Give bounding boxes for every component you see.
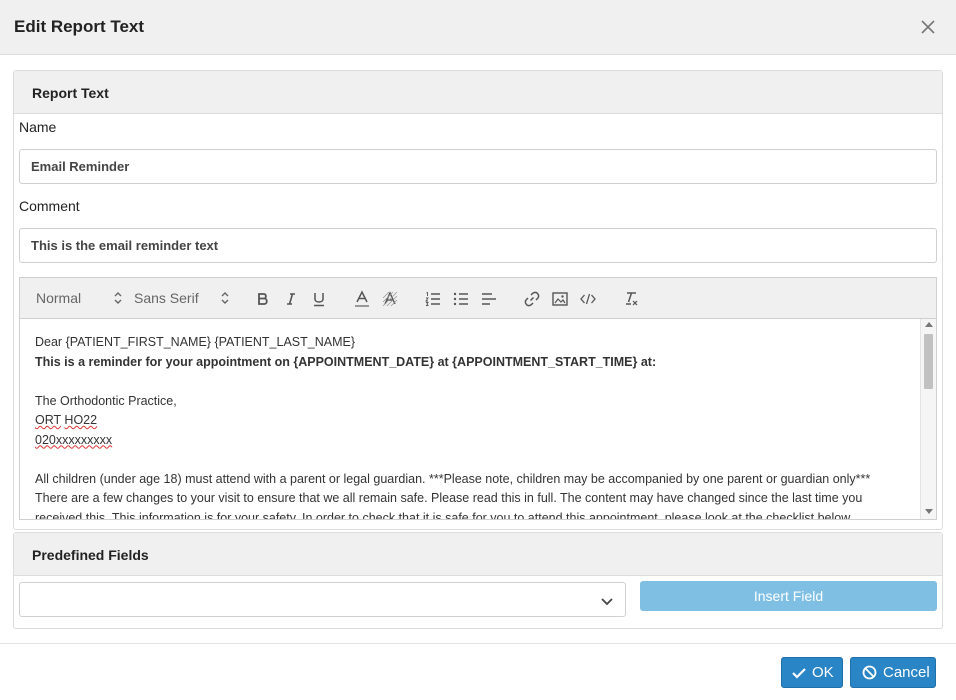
bullet-list-icon[interactable] [451,289,471,309]
comment-input[interactable]: This is the email reminder text [19,228,937,263]
insert-field-button[interactable]: Insert Field [640,581,937,611]
content-line: All children (under age 18) must attend … [35,471,871,486]
link-icon[interactable] [522,289,542,309]
content-line: received this. This information is for y… [35,510,854,520]
misspelled-word: 020xxxxxxxxx [35,432,113,447]
align-icon[interactable] [479,289,499,309]
select-arrows-icon [221,292,229,304]
ok-button[interactable]: OK [781,657,843,688]
name-label: Name [19,119,57,135]
content-line: Dear {PATIENT_FIRST_NAME} {PATIENT_LAST_… [35,335,356,349]
predefined-field-select[interactable] [19,582,626,617]
dialog-header: Edit Report Text [0,0,956,55]
underline-icon[interactable] [309,289,329,309]
editor-content[interactable]: Dear {PATIENT_FIRST_NAME} {PATIENT_LAST_… [20,319,920,519]
name-input[interactable]: Email Reminder [19,149,937,184]
check-icon [792,667,806,679]
scroll-up-icon[interactable] [925,322,933,327]
bold-icon[interactable] [253,289,273,309]
format-select-value: Normal [36,290,82,306]
editor-toolbar: Normal Sans Serif [20,278,936,319]
code-icon[interactable] [578,289,598,309]
scroll-down-icon[interactable] [925,509,933,514]
cancel-label: Cancel [883,664,930,681]
select-arrows-icon [114,292,122,304]
content-line: The Orthodontic Practice, [35,393,177,408]
content-line: 020xxxxxxxxx [35,431,920,451]
predefined-fields-heading: Predefined Fields [14,533,942,576]
comment-label: Comment [19,198,80,214]
close-icon[interactable] [918,17,938,37]
report-text-heading: Report Text [14,71,942,114]
content-line: ORT HO22 [35,411,920,431]
font-select-value: Sans Serif [134,290,199,306]
content-line: There are a few changes to your visit to… [35,491,863,505]
ban-icon [862,665,877,680]
cancel-button[interactable]: Cancel [850,657,936,688]
background-color-icon[interactable] [380,289,400,309]
italic-icon[interactable] [281,289,301,309]
font-select[interactable]: Sans Serif [134,290,232,306]
content-line: This is a reminder for your appointment … [35,354,657,369]
font-color-icon[interactable] [352,289,372,309]
editor-scrollbar[interactable] [920,319,936,519]
chevron-down-icon [601,598,613,606]
rich-text-editor: Normal Sans Serif Dear {PATIENT_FIRST_NA… [19,277,937,520]
clear-format-icon[interactable] [621,289,641,309]
ok-label: OK [812,664,834,681]
misspelled-word: HO22 [64,413,98,427]
scroll-thumb[interactable] [924,334,933,389]
image-icon[interactable] [550,289,570,309]
ordered-list-icon[interactable] [423,289,443,309]
dialog-title: Edit Report Text [14,17,145,36]
misspelled-word: ORT [35,413,61,427]
footer-divider [0,643,956,644]
format-select[interactable]: Normal [36,290,124,306]
